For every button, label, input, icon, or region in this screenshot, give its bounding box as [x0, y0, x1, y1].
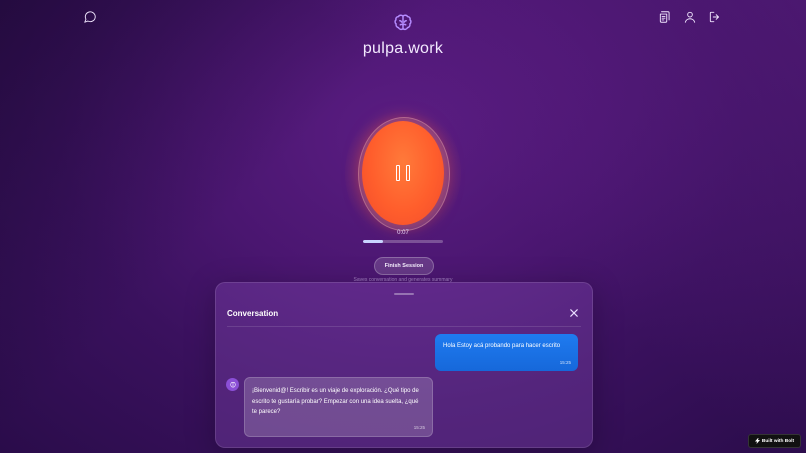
brain-icon	[392, 12, 414, 34]
chat-bubble-icon[interactable]	[81, 8, 99, 26]
history-icon[interactable]	[656, 8, 674, 26]
user-message-text: Hola Estoy acá probando para hacer escri…	[443, 343, 561, 349]
panel-drag-handle[interactable]	[394, 293, 414, 295]
built-with-bolt-badge[interactable]: Built with Bolt	[748, 434, 801, 448]
conversation-panel: Conversation Hola Estoy acá probando par…	[215, 282, 593, 448]
brain-icon	[229, 381, 236, 387]
assistant-message: ¡Bienvenid@! Escribir es un viaje de exp…	[244, 377, 433, 437]
panel-divider	[227, 326, 581, 327]
finish-session-button[interactable]: Finish Session	[374, 257, 434, 275]
pause-icon	[396, 165, 410, 181]
pause-record-button[interactable]	[362, 121, 444, 225]
close-panel-button[interactable]	[568, 307, 580, 319]
user-message-time: 15:25	[559, 360, 571, 365]
logout-icon[interactable]	[706, 8, 724, 26]
assistant-message-time: 15:25	[413, 425, 425, 430]
assistant-message-text: ¡Bienvenid@! Escribir es un viaje de exp…	[252, 388, 419, 415]
bolt-icon	[754, 438, 760, 444]
bolt-badge-label: Built with Bolt	[761, 438, 795, 444]
app-brand-title: pulpa.work	[362, 40, 444, 57]
recording-progress-bar	[363, 240, 443, 243]
user-icon[interactable]	[681, 8, 699, 26]
recording-progress-fill	[363, 240, 383, 243]
conversation-title: Conversation	[227, 309, 279, 318]
user-message: Hola Estoy acá probando para hacer escri…	[435, 334, 578, 371]
assistant-avatar	[226, 378, 239, 391]
close-icon	[570, 309, 578, 317]
recording-timer: 0:07	[397, 230, 409, 236]
